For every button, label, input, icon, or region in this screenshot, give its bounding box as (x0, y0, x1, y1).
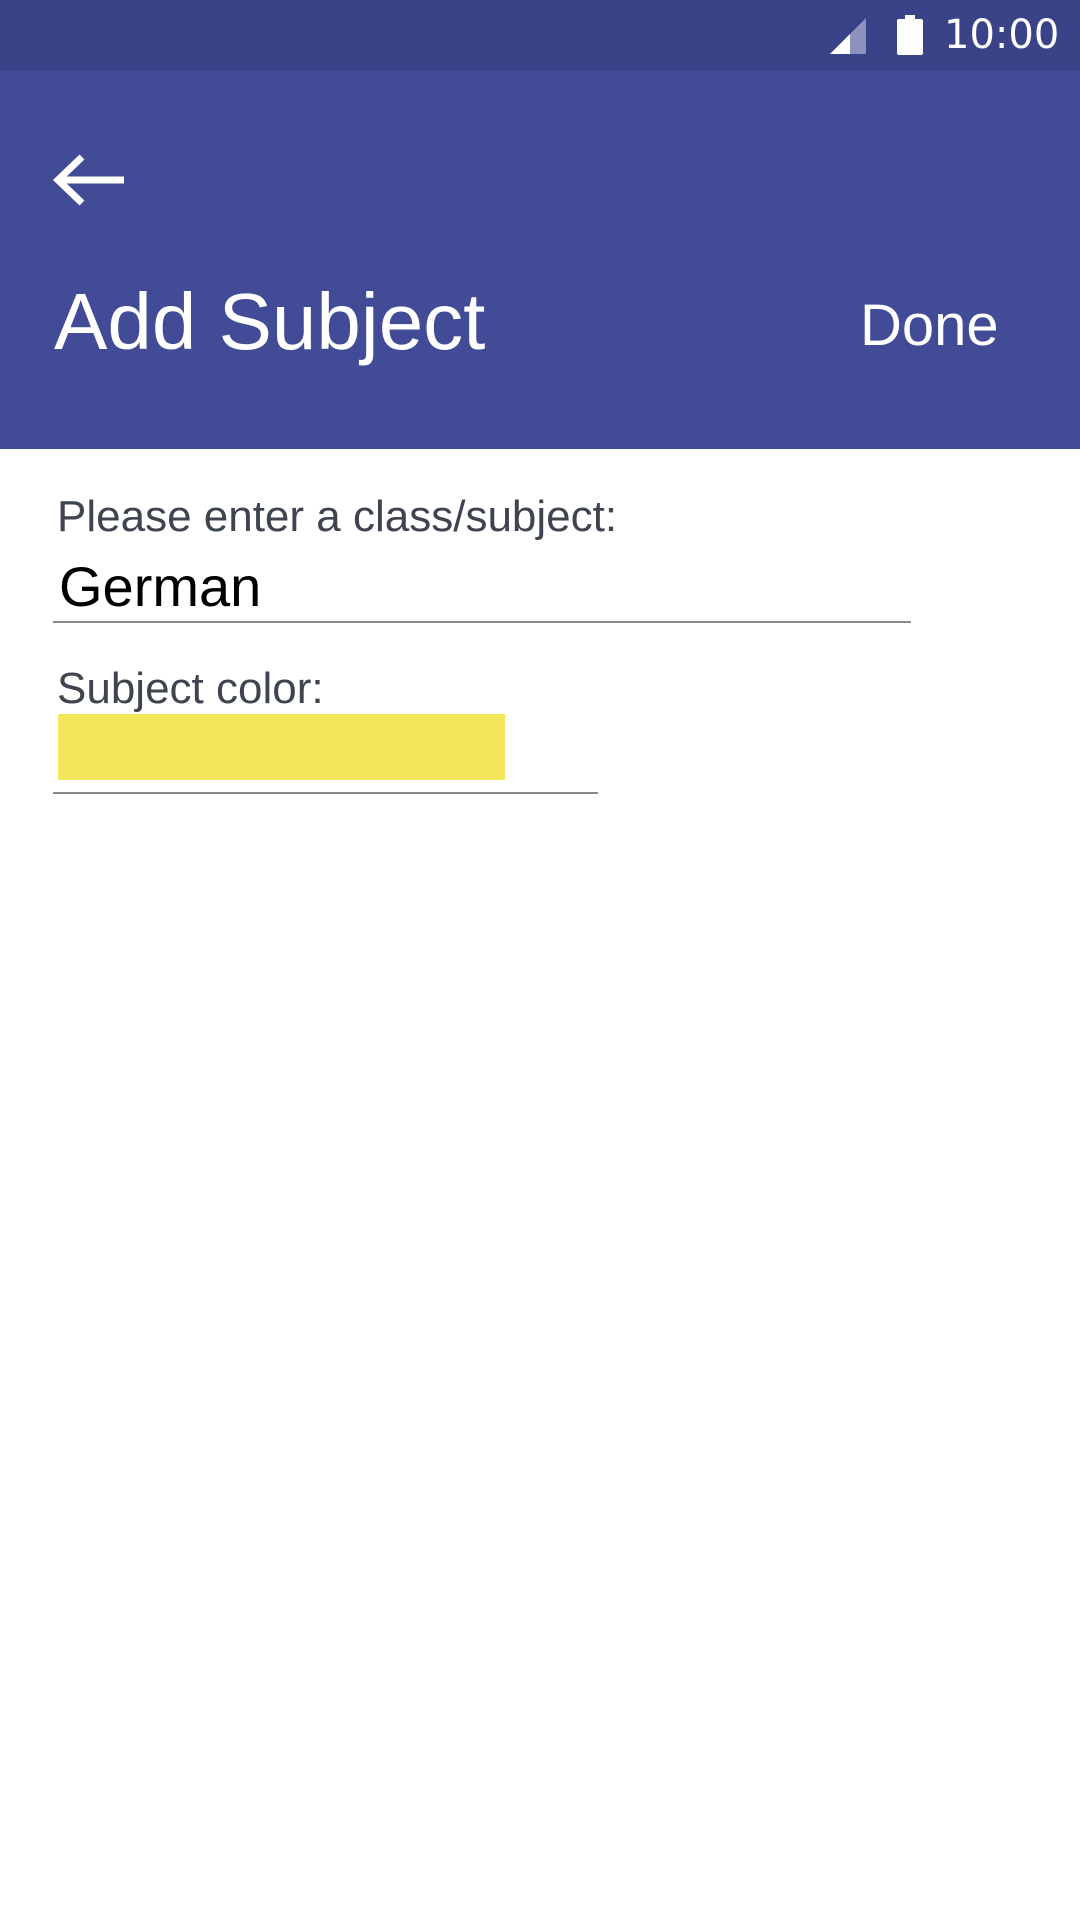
battery-icon (897, 15, 923, 55)
app-bar (0, 71, 1080, 449)
color-picker-field[interactable] (53, 714, 598, 794)
status-bar: 10:00 (0, 0, 1080, 71)
subject-input[interactable] (53, 551, 911, 623)
status-time: 10:00 (944, 12, 1060, 58)
page-title: Add Subject (54, 277, 486, 366)
subject-label: Please enter a class/subject: (57, 492, 618, 541)
color-label: Subject color: (57, 664, 324, 713)
color-swatch[interactable] (58, 714, 505, 780)
back-button[interactable] (40, 140, 136, 220)
signal-icon (830, 18, 866, 54)
done-button[interactable]: Done (860, 290, 999, 362)
arrow-left-icon (52, 154, 124, 206)
